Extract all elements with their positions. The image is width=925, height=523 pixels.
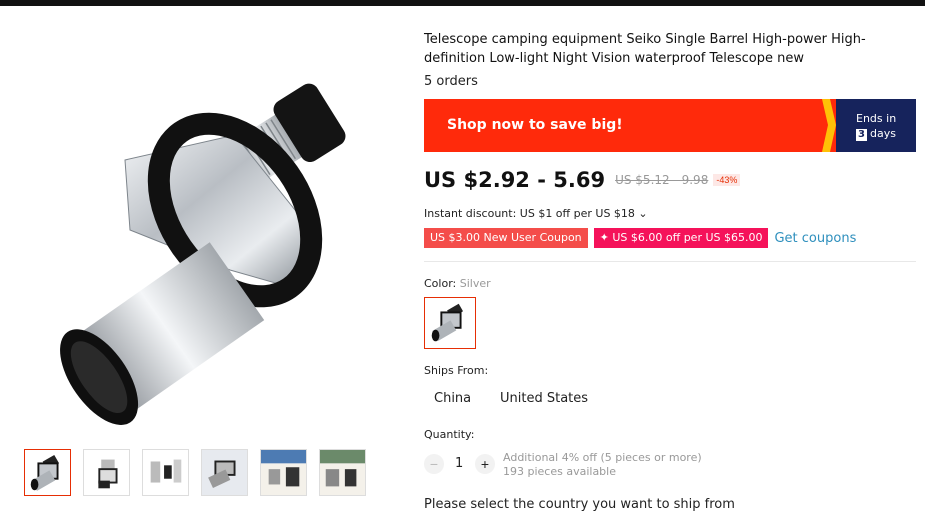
telescope-thumb-icon (98, 459, 118, 489)
order-count: 5 orders (424, 74, 478, 89)
instant-discount[interactable]: Instant discount: US $1 off per US $18 ⌄ (424, 207, 648, 220)
thumbnail-3[interactable] (142, 449, 189, 496)
promo-stripe-icon (822, 99, 836, 152)
ship-from-united-states[interactable]: United States (500, 391, 588, 406)
stock-available-note: 193 pieces available (503, 465, 616, 478)
telescope-thumb-icon (202, 450, 247, 495)
telescope-thumb-icon (320, 450, 365, 495)
days-number: 3 (856, 129, 867, 141)
thumbnail-5[interactable] (260, 449, 307, 496)
color-swatch-silver[interactable] (424, 297, 476, 349)
thumbnail-4[interactable] (201, 449, 248, 496)
quantity-label: Quantity: (424, 428, 475, 441)
ships-from-label: Ships From: (424, 364, 489, 377)
divider (424, 261, 916, 262)
ends-label: Ends in (856, 112, 897, 125)
get-coupons-link[interactable]: Get coupons (774, 231, 856, 246)
discount-badge: -43% (713, 174, 741, 186)
ship-from-china[interactable]: China (434, 391, 471, 406)
days-label: days (870, 127, 896, 140)
price-row: US $2.92 - 5.69 US $5.12 - 9.98 -43% (424, 168, 741, 192)
thumbnail-strip (24, 449, 366, 496)
telescope-swatch-icon (431, 303, 464, 342)
telescope-image (60, 83, 346, 425)
color-value: Silver (459, 277, 491, 290)
telescope-thumb-icon (261, 450, 306, 495)
telescope-thumb-icon (30, 454, 60, 491)
quantity-increase-button[interactable]: + (475, 454, 495, 474)
coupon-new-user[interactable]: US $3.00 New User Coupon (424, 228, 588, 248)
quantity-value[interactable]: 1 (455, 456, 463, 471)
main-product-image[interactable] (20, 40, 390, 430)
top-bar (0, 0, 925, 6)
ship-country-prompt: Please select the country you want to sh… (424, 497, 735, 512)
current-price: US $2.92 - 5.69 (424, 168, 606, 192)
thumbnail-2[interactable] (83, 449, 130, 496)
original-price: US $5.12 - 9.98 (615, 173, 709, 187)
quantity-decrease-button[interactable]: − (424, 454, 444, 474)
promo-countdown: Ends in 3 days (836, 99, 916, 152)
thumbnail-1[interactable] (24, 449, 71, 496)
bulk-discount-note: Additional 4% off (5 pieces or more) (503, 451, 702, 464)
promo-banner[interactable]: Shop now to save big! Ends in 3 days (424, 99, 916, 152)
quantity-note: Additional 4% off (5 pieces or more) 193… (503, 451, 702, 479)
coupon-row: US $3.00 New User Coupon ✦ US $6.00 off … (424, 228, 856, 248)
color-label-text: Color: (424, 277, 460, 290)
coupon-store[interactable]: ✦ US $6.00 off per US $65.00 (593, 228, 769, 248)
color-label: Color: Silver (424, 277, 491, 290)
promo-headline: Shop now to save big! (447, 117, 623, 133)
telescope-thumb-icon (150, 459, 182, 483)
thumbnail-6[interactable] (319, 449, 366, 496)
product-title: Telescope camping equipment Seiko Single… (424, 32, 866, 66)
product-info: Telescope camping equipment Seiko Single… (424, 30, 916, 89)
